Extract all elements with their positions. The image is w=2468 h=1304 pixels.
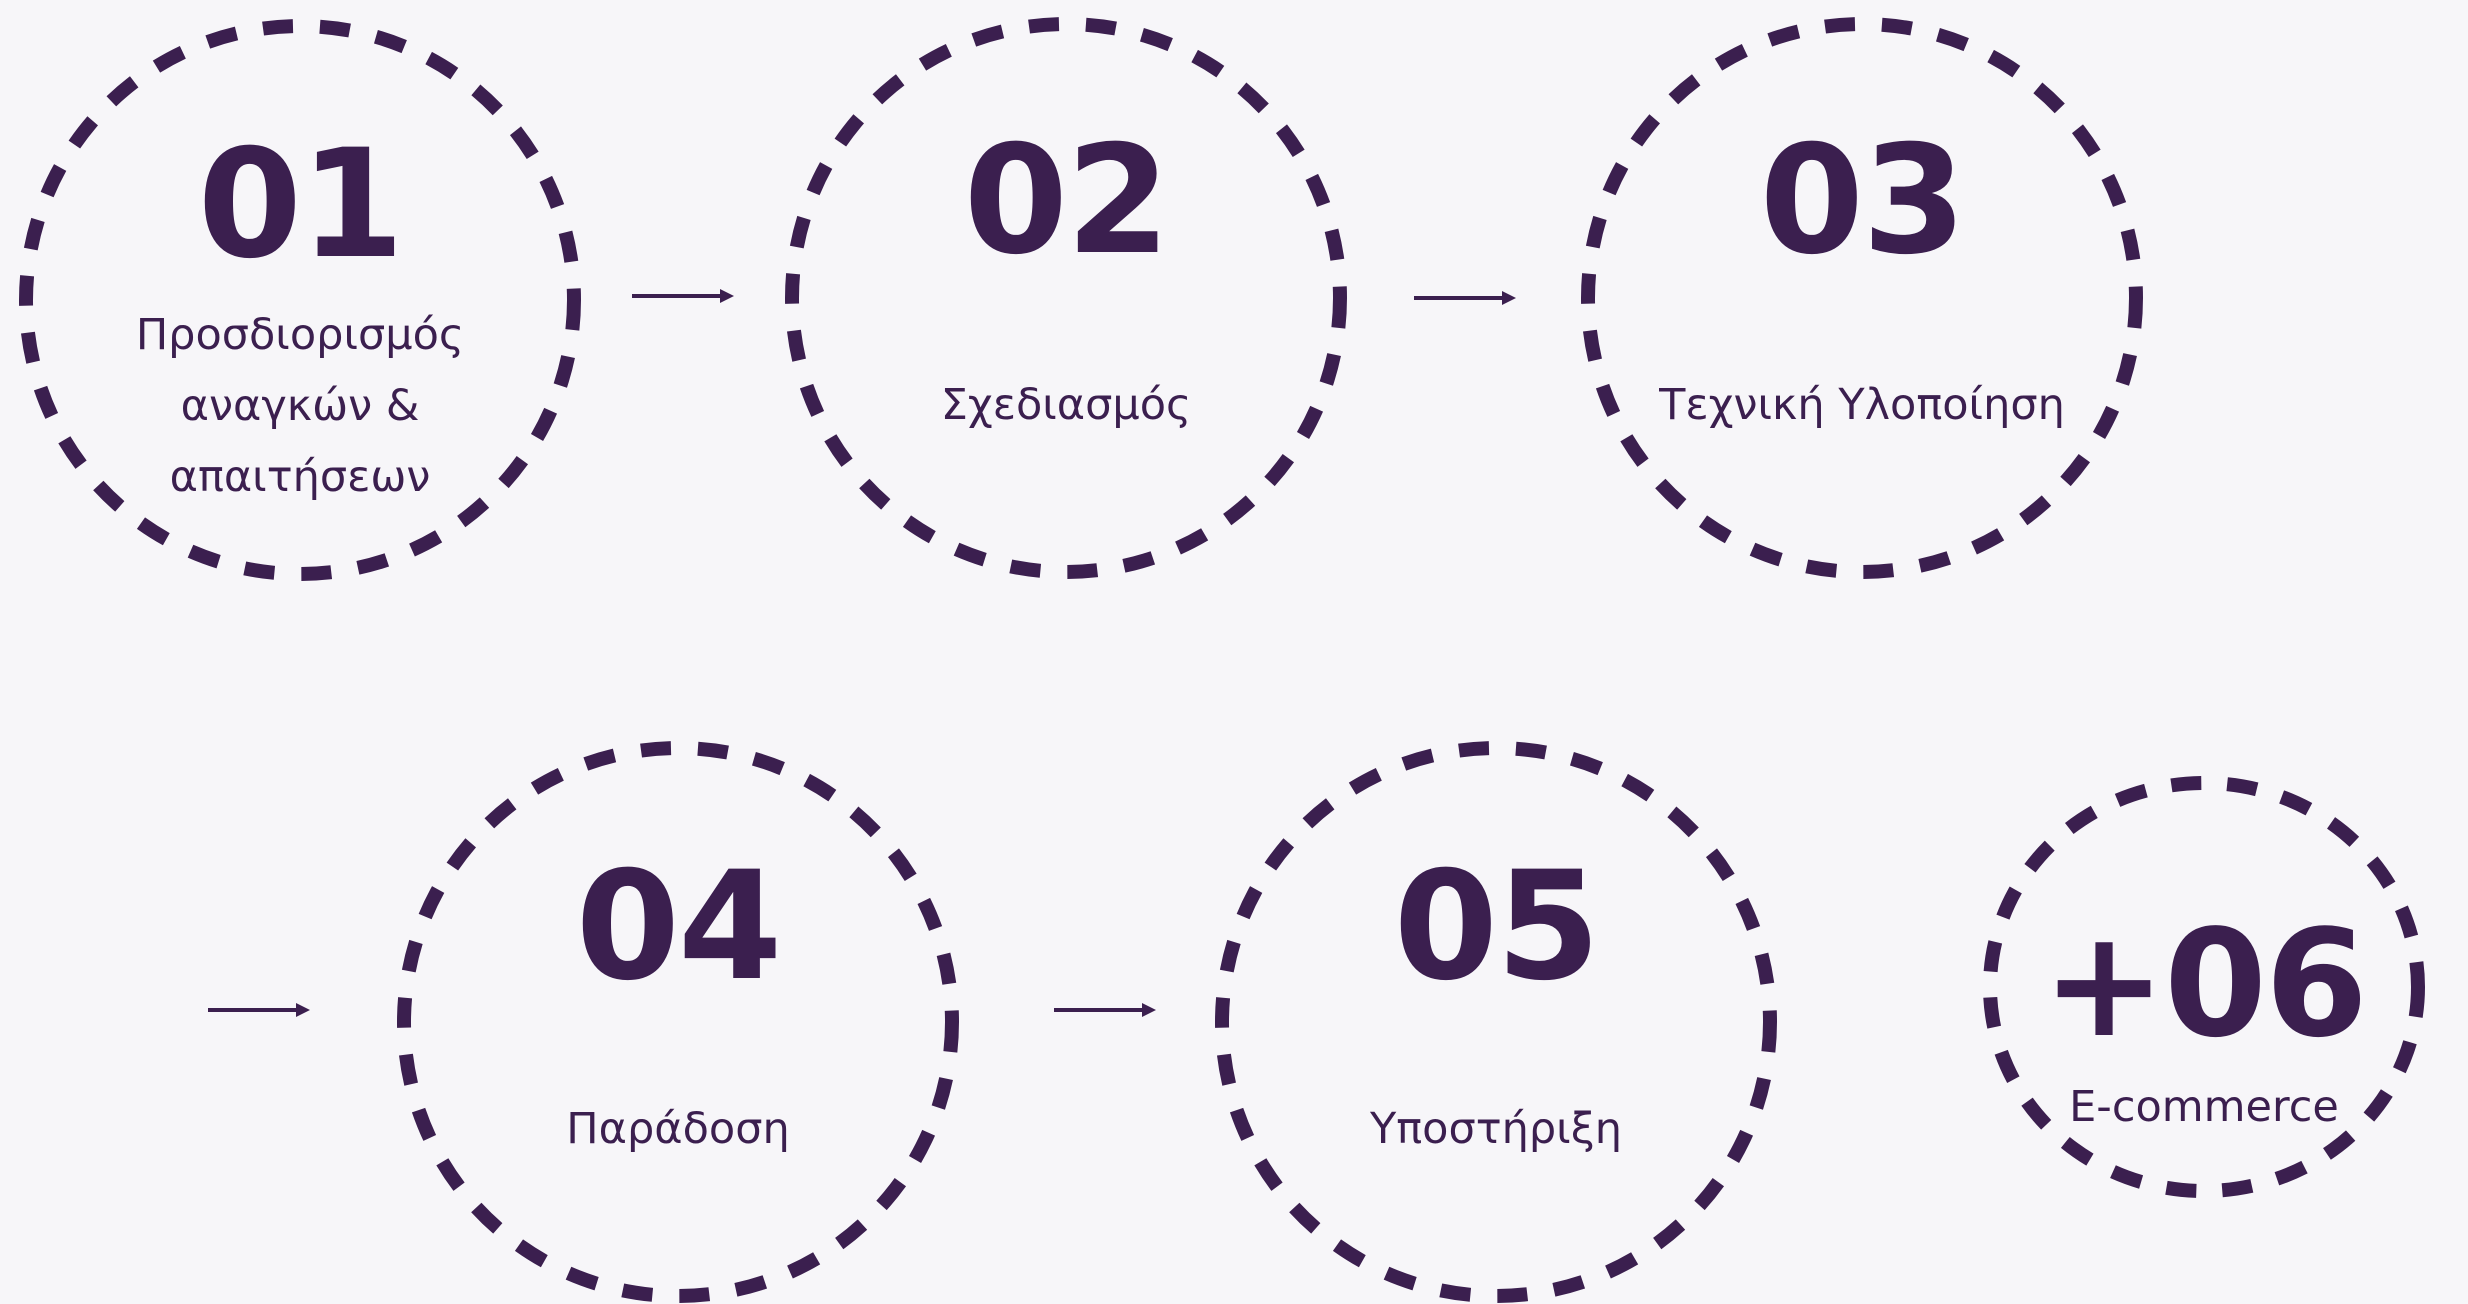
arrow-right-icon [632, 288, 734, 304]
step-06: +06 E-commerce [1964, 776, 2444, 1198]
dashed-circle [785, 17, 1347, 579]
dashed-circle [1581, 17, 2143, 579]
step-02: 02 Σχεδιασμός [785, 17, 1347, 579]
step-number: 01 [197, 118, 405, 292]
arrow-right-icon [208, 1002, 310, 1018]
step-number: +06 [2042, 898, 2368, 1070]
step-label: E-commerce [2069, 1082, 2339, 1132]
step-number: 04 [575, 840, 783, 1014]
step-label: Τεχνική Υλοποίηση [1659, 380, 2065, 430]
dashed-circle [397, 741, 959, 1303]
arrow-right-icon [1414, 290, 1516, 306]
step-label: Σχεδιασμός [940, 380, 1192, 430]
step-01: 01 Προσδιορισμός αναγκών & απαιτήσεων [19, 19, 581, 581]
dashed-circle [1215, 741, 1777, 1303]
step-number: 05 [1393, 840, 1601, 1014]
step-label: Παράδοση [566, 1104, 790, 1154]
step-03: 03 Τεχνική Υλοποίηση [1581, 17, 2143, 579]
step-number: 03 [1759, 114, 1967, 288]
step-05: 05 Υποστήριξη [1215, 741, 1777, 1303]
step-number: 02 [963, 114, 1171, 288]
arrow-right-icon [1054, 1002, 1156, 1018]
step-label: Προσδιορισμός αναγκών & απαιτήσεων [135, 310, 465, 502]
step-04: 04 Παράδοση [397, 741, 959, 1303]
step-label: Υποστήριξη [1370, 1104, 1622, 1154]
